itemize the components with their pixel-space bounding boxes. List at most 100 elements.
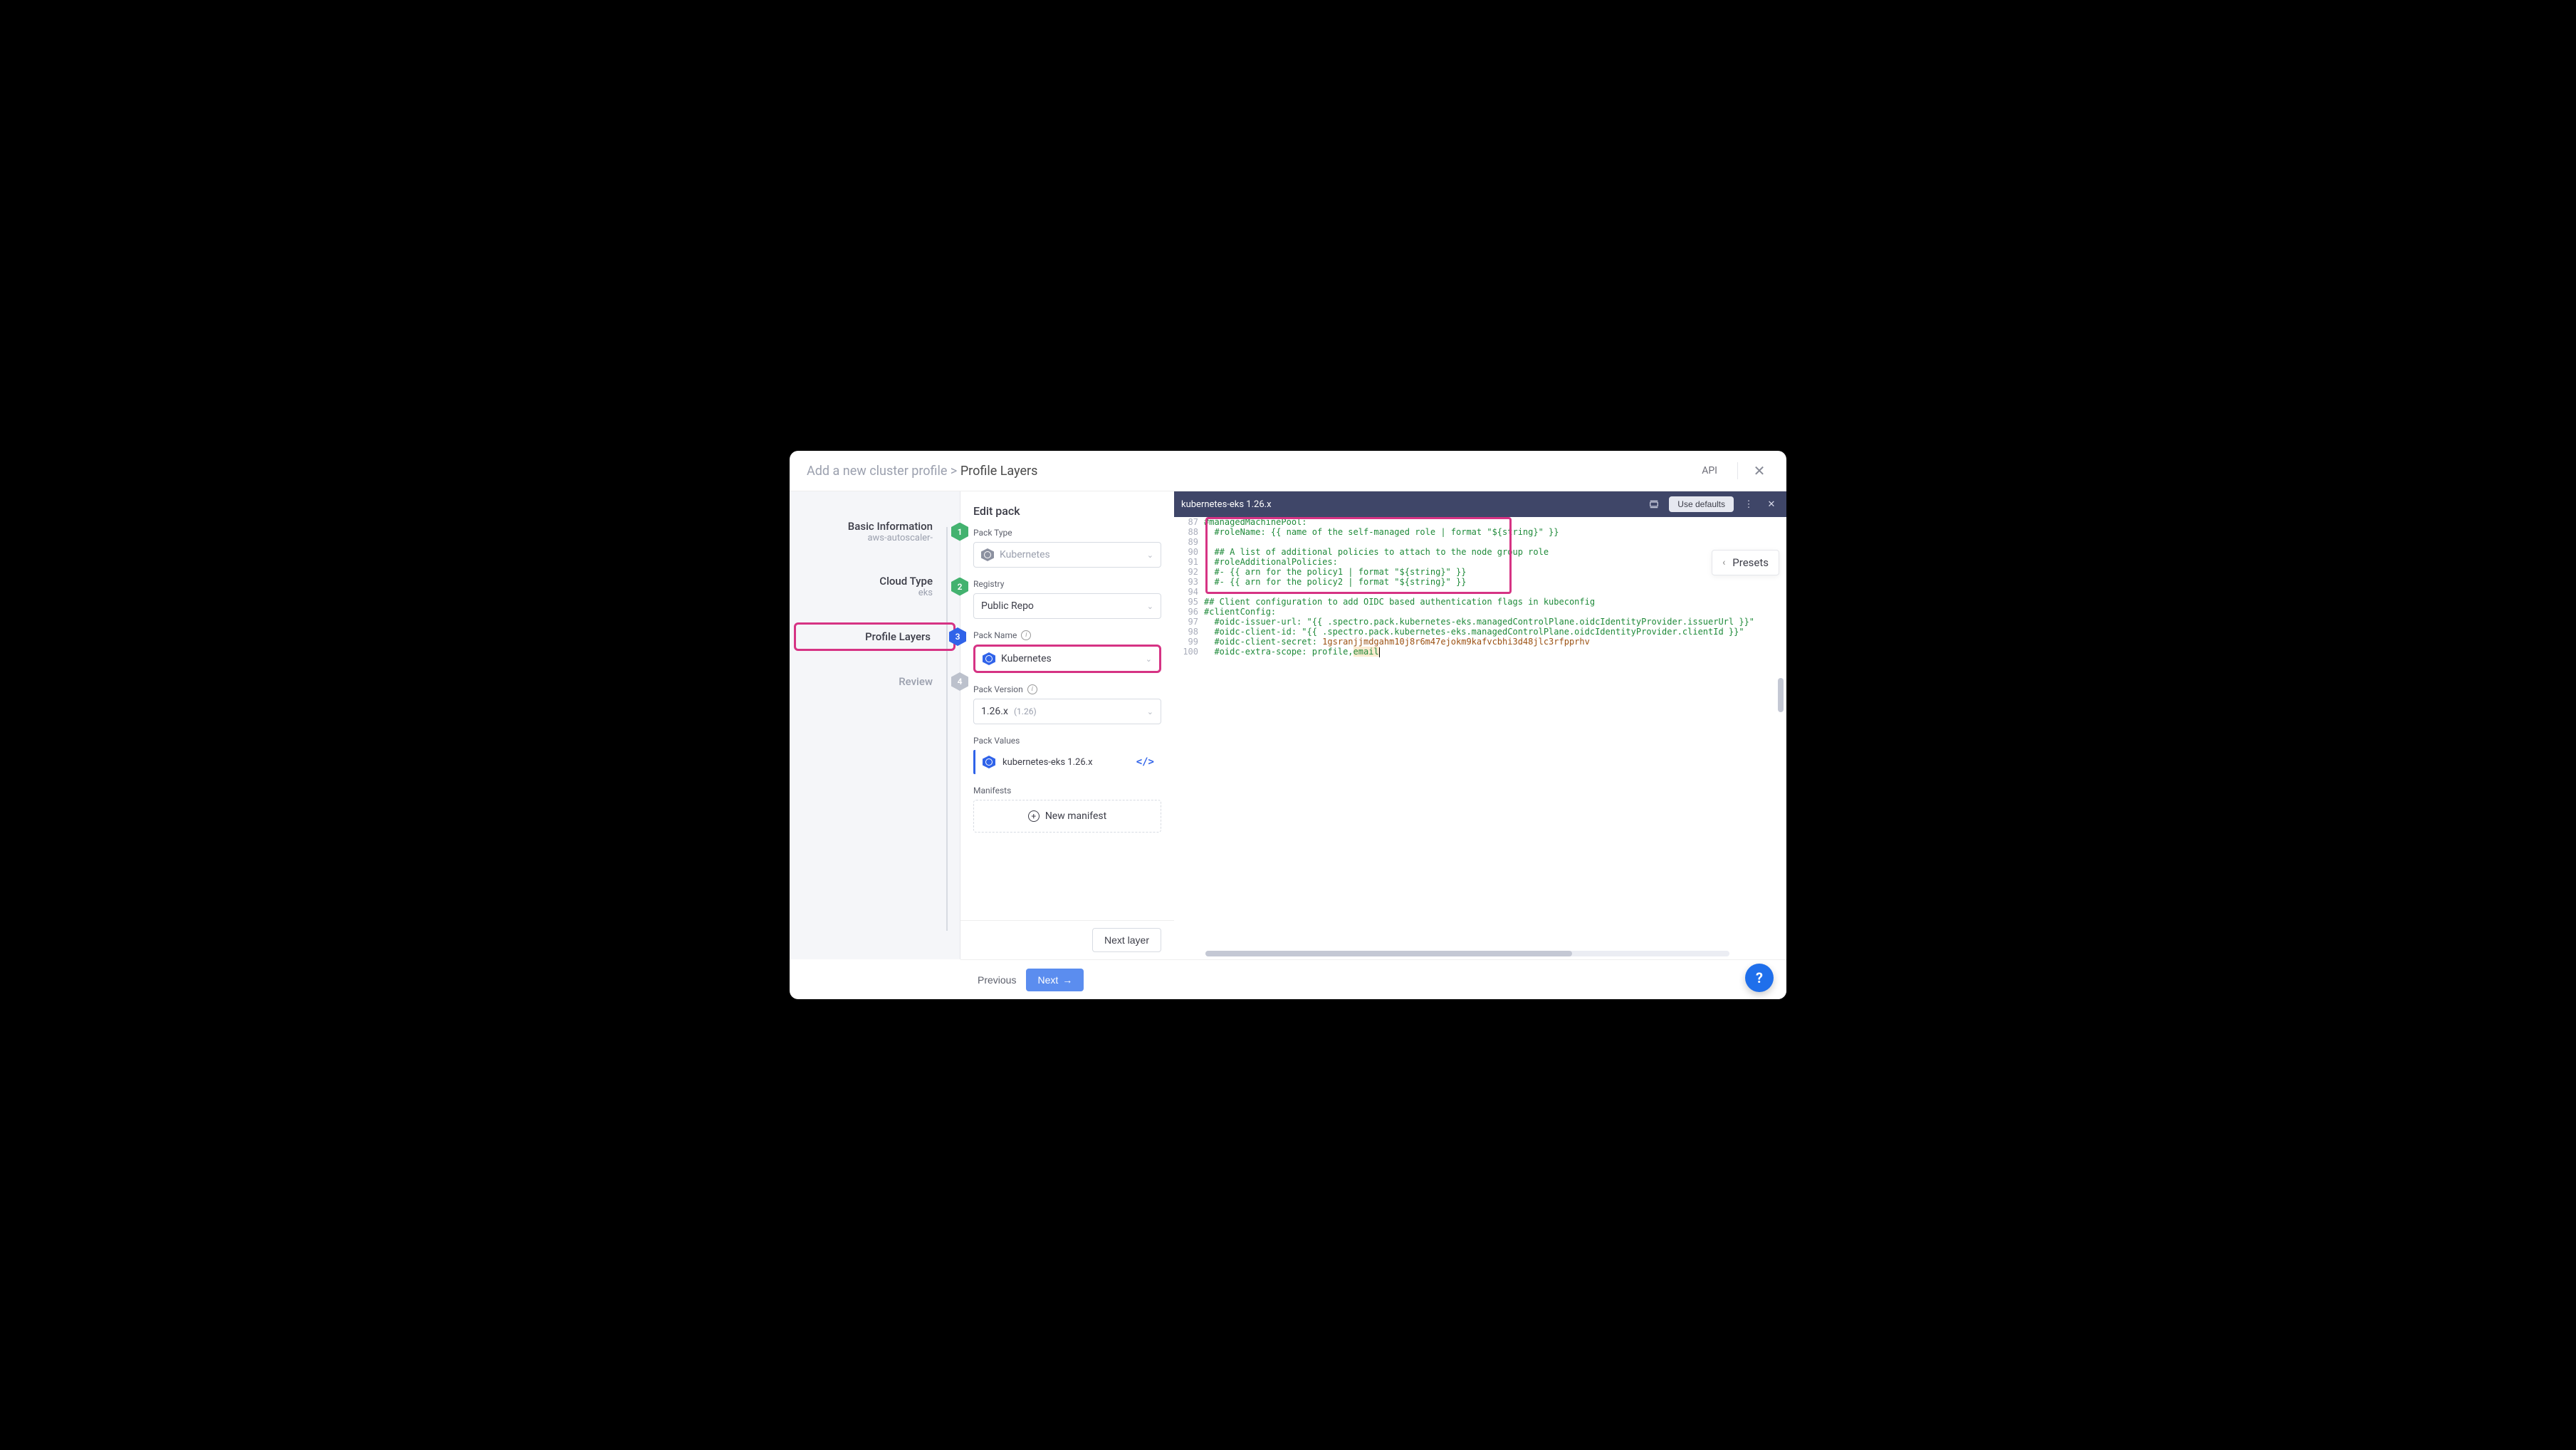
previous-button[interactable]: Previous: [978, 974, 1016, 986]
line-content: #oidc-issuer-url: "{{ .spectro.pack.kube…: [1204, 617, 1786, 627]
line-number: 91: [1174, 557, 1204, 567]
label-text: Pack Name: [973, 630, 1017, 640]
line-number: 97: [1174, 617, 1204, 627]
chevron-left-icon: ‹: [1722, 557, 1725, 568]
next-layer-button[interactable]: Next layer: [1092, 928, 1161, 952]
editor-close-icon[interactable]: ✕: [1764, 496, 1779, 512]
pack-values-text: kubernetes-eks 1.26.x: [1002, 757, 1093, 768]
app-window: Add a new cluster profile > Profile Laye…: [790, 451, 1786, 999]
pack-name-value: Kubernetes: [1001, 653, 1052, 664]
plus-icon: +: [1028, 810, 1040, 822]
code-line[interactable]: 97 #oidc-issuer-url: "{{ .spectro.pack.k…: [1174, 617, 1786, 627]
code-line[interactable]: 93 #- {{ arn for the policy2 | format "$…: [1174, 577, 1786, 587]
pack-type-value: Kubernetes: [1000, 549, 1050, 560]
field-registry: Registry Public Repo ⌄: [973, 579, 1161, 619]
more-icon[interactable]: ⋮: [1741, 496, 1756, 512]
field-pack-version: Pack Version i 1.26.x (1.26) ⌄: [973, 684, 1161, 724]
breadcrumb-parent[interactable]: Add a new cluster profile: [807, 464, 947, 479]
step-title: Review: [797, 675, 933, 688]
line-number: 98: [1174, 627, 1204, 637]
breadcrumb-sep: >: [951, 464, 957, 479]
expand-icon[interactable]: [1646, 496, 1662, 512]
stepper: Basic Information aws-autoscaler- 1 Clou…: [790, 491, 960, 959]
new-manifest-label: New manifest: [1045, 810, 1106, 822]
horizontal-scrollbar[interactable]: [1205, 951, 1729, 956]
code-line[interactable]: 96#clientConfig:: [1174, 607, 1786, 617]
line-content: #roleAdditionalPolicies:: [1204, 557, 1786, 567]
pack-version-sub: (1.26): [1014, 706, 1037, 716]
step-cloud-type[interactable]: Cloud Type eks 2: [790, 568, 960, 605]
line-content: #oidc-extra-scope: profile,email: [1204, 647, 1786, 657]
editor-header: kubernetes-eks 1.26.x Use defaults ⋮ ✕: [1174, 491, 1786, 517]
code-line[interactable]: 90 ## A list of additional policies to a…: [1174, 547, 1786, 557]
code-line[interactable]: 91 #roleAdditionalPolicies:: [1174, 557, 1786, 567]
chevron-down-icon: ⌄: [1147, 707, 1153, 716]
pack-name-select[interactable]: Kubernetes ⌄: [973, 645, 1161, 673]
line-number: 100: [1174, 647, 1204, 657]
kubernetes-icon: [981, 548, 994, 561]
step-basic-information[interactable]: Basic Information aws-autoscaler- 1: [790, 513, 960, 551]
line-number: 89: [1174, 537, 1204, 547]
line-content: #- {{ arn for the policy1 | format "${st…: [1204, 567, 1786, 577]
scrollbar-thumb[interactable]: [1205, 951, 1572, 956]
help-fab[interactable]: ?: [1745, 964, 1774, 992]
pack-values-item[interactable]: kubernetes-eks 1.26.x </>: [973, 750, 1161, 774]
api-link[interactable]: API: [1702, 465, 1717, 476]
label: Registry: [973, 579, 1161, 589]
code-line[interactable]: 100 #oidc-extra-scope: profile,email: [1174, 647, 1786, 657]
line-content: #roleName: {{ name of the self-managed r…: [1204, 527, 1786, 537]
vertical-scroll-track[interactable]: [1779, 523, 1785, 954]
line-number: 94: [1174, 587, 1204, 597]
code-line[interactable]: 89: [1174, 537, 1786, 547]
field-pack-values: Pack Values kubernetes-eks 1.26.x </>: [973, 736, 1161, 774]
code-line[interactable]: 95## Client configuration to add OIDC ba…: [1174, 597, 1786, 607]
pack-version-select[interactable]: 1.26.x (1.26) ⌄: [973, 699, 1161, 724]
line-content: [1204, 587, 1786, 597]
panel-title: Edit pack: [973, 504, 1161, 518]
chevron-down-icon: ⌄: [1147, 602, 1153, 611]
chevron-down-icon: ⌄: [1147, 551, 1153, 560]
label: Pack Name i: [973, 630, 1161, 640]
code-editor[interactable]: 87#managedMachinePool:88 #roleName: {{ n…: [1174, 517, 1786, 959]
next-button[interactable]: Next →: [1026, 969, 1084, 991]
label: Pack Version i: [973, 684, 1161, 694]
line-content: #- {{ arn for the policy2 | format "${st…: [1204, 577, 1786, 587]
label: Manifests: [973, 786, 1161, 796]
line-number: 95: [1174, 597, 1204, 607]
line-number: 99: [1174, 637, 1204, 647]
new-manifest-button[interactable]: + New manifest: [973, 800, 1161, 833]
presets-button[interactable]: ‹ Presets: [1712, 550, 1779, 575]
line-number: 96: [1174, 607, 1204, 617]
titlebar: Add a new cluster profile > Profile Laye…: [790, 451, 1786, 491]
info-icon[interactable]: i: [1021, 630, 1031, 640]
pack-type-select[interactable]: Kubernetes ⌄: [973, 542, 1161, 568]
step-profile-layers[interactable]: Profile Layers 3: [794, 622, 955, 651]
line-content: #clientConfig:: [1204, 607, 1786, 617]
code-line[interactable]: 94: [1174, 587, 1786, 597]
info-icon[interactable]: i: [1027, 684, 1037, 694]
code-icon[interactable]: </>: [1136, 756, 1154, 768]
registry-select[interactable]: Public Repo ⌄: [973, 593, 1161, 619]
line-content: ## A list of additional policies to atta…: [1204, 547, 1786, 557]
step-title: Cloud Type: [797, 575, 933, 588]
code-line[interactable]: 92 #- {{ arn for the policy1 | format "$…: [1174, 567, 1786, 577]
close-icon[interactable]: ✕: [1749, 461, 1769, 481]
label: Pack Type: [973, 528, 1161, 538]
line-number: 93: [1174, 577, 1204, 587]
pack-version-value: 1.26.x: [981, 706, 1008, 717]
field-pack-name: Pack Name i Kubernetes ⌄: [973, 630, 1161, 673]
code-line[interactable]: 88 #roleName: {{ name of the self-manage…: [1174, 527, 1786, 537]
kubernetes-icon: [983, 652, 995, 665]
vertical-scrollbar-thumb[interactable]: [1778, 678, 1784, 712]
code-line[interactable]: 98 #oidc-client-id: "{{ .spectro.pack.ku…: [1174, 627, 1786, 637]
step-title: Profile Layers: [803, 630, 931, 643]
line-number: 87: [1174, 517, 1204, 527]
use-defaults-button[interactable]: Use defaults: [1669, 496, 1734, 512]
code-line[interactable]: 99 #oidc-client-secret: 1gsranjjmdgahm10…: [1174, 637, 1786, 647]
field-pack-type: Pack Type Kubernetes ⌄: [973, 528, 1161, 568]
step-review[interactable]: Review 4: [790, 668, 960, 695]
line-number: 90: [1174, 547, 1204, 557]
code-line[interactable]: 87#managedMachinePool:: [1174, 517, 1786, 527]
edit-pack-footer: Next layer: [960, 920, 1174, 959]
body: Basic Information aws-autoscaler- 1 Clou…: [790, 491, 1786, 959]
